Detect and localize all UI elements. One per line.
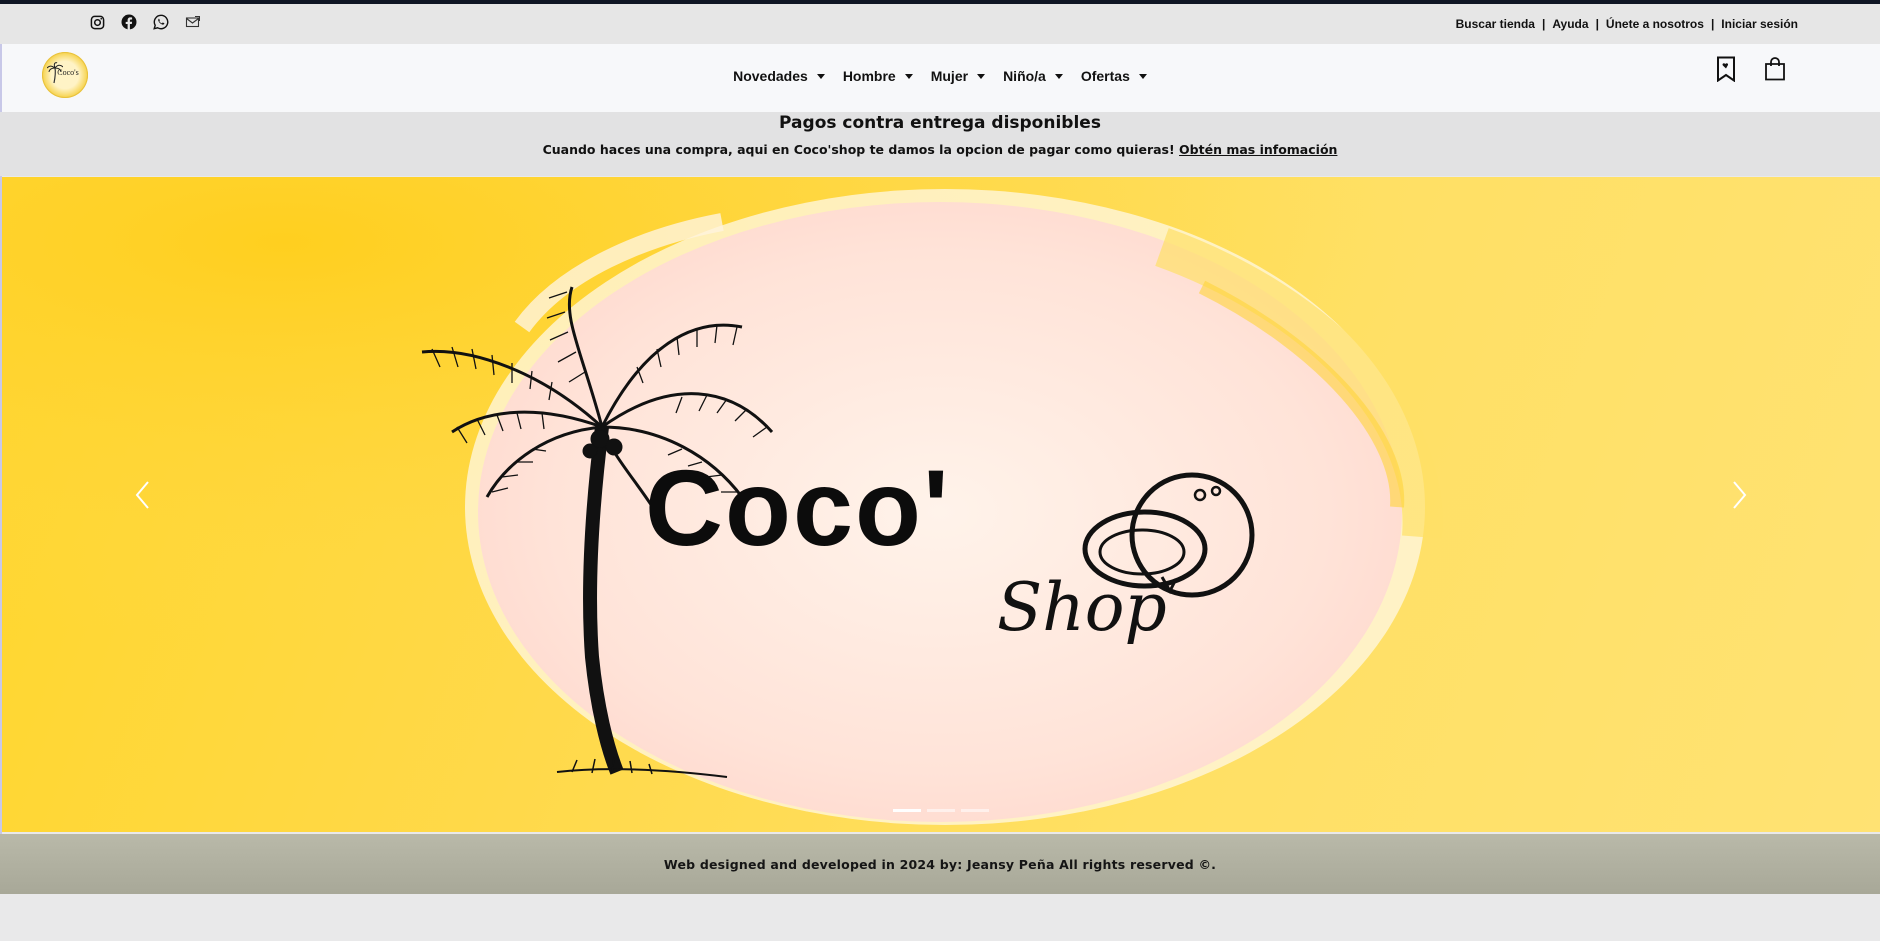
caret-down-icon xyxy=(816,73,825,79)
menu-label: Mujer xyxy=(930,68,969,84)
caret-down-icon xyxy=(1138,73,1147,79)
menu-hombre[interactable]: Hombre xyxy=(843,68,913,84)
menu-nino[interactable]: Niño/a xyxy=(1003,68,1063,84)
menu-label: Novedades xyxy=(733,68,808,84)
social-links xyxy=(88,13,202,31)
top-bar: Buscar tienda | Ayuda | Únete a nosotros… xyxy=(0,4,1880,44)
banner-message: Cuando haces una compra, aqui en Coco'sh… xyxy=(542,142,1175,157)
main-navbar: Coco's Novedades Hombre Mujer Niño/a Ofe… xyxy=(0,44,1880,112)
banner-text: Cuando haces una compra, aqui en Coco'sh… xyxy=(0,142,1880,157)
carousel-prev-button[interactable] xyxy=(130,477,154,517)
find-store-link[interactable]: Buscar tienda xyxy=(1456,17,1535,31)
caret-down-icon xyxy=(1054,73,1063,79)
banner-title: Pagos contra entrega disponibles xyxy=(779,113,1101,133)
hero-sub-text: Shop xyxy=(997,569,1167,646)
category-menu: Novedades Hombre Mujer Niño/a Ofertas xyxy=(0,68,1880,84)
caret-down-icon xyxy=(904,73,913,79)
carousel-indicator-1[interactable] xyxy=(893,809,921,812)
hero-carousel: Coco' Shop xyxy=(2,177,1880,832)
join-us-link[interactable]: Únete a nosotros xyxy=(1606,17,1704,31)
chevron-right-icon xyxy=(1733,481,1747,509)
carousel-next-button[interactable] xyxy=(1728,477,1752,517)
site-footer: Web designed and developed in 2024 by: J… xyxy=(0,834,1880,894)
chevron-left-icon xyxy=(135,481,149,509)
hero-brand-text: Coco' xyxy=(645,447,951,568)
instagram-icon[interactable] xyxy=(88,13,106,31)
menu-label: Hombre xyxy=(842,68,896,84)
carousel-indicators xyxy=(2,809,1880,812)
mail-icon[interactable] xyxy=(184,13,202,31)
divider: | xyxy=(1595,17,1599,31)
sign-in-link[interactable]: Iniciar sesión xyxy=(1721,17,1798,31)
caret-down-icon xyxy=(977,73,986,79)
menu-novedades[interactable]: Novedades xyxy=(733,68,825,84)
divider: | xyxy=(1541,17,1546,31)
carousel-indicator-3[interactable] xyxy=(961,809,989,812)
menu-ofertas[interactable]: Ofertas xyxy=(1081,68,1147,84)
footer-copyright: Web designed and developed in 2024 by: J… xyxy=(663,856,1217,872)
carousel-indicator-2[interactable] xyxy=(927,809,955,812)
divider: | xyxy=(1710,17,1715,31)
menu-label: Ofertas xyxy=(1080,68,1130,84)
whatsapp-icon[interactable] xyxy=(152,13,170,31)
menu-label: Niño/a xyxy=(1003,68,1046,84)
info-banner: Pagos contra entrega disponibles Cuando … xyxy=(0,112,1880,176)
more-info-link[interactable]: Obtén mas infomación xyxy=(1179,142,1337,157)
facebook-icon[interactable] xyxy=(120,13,138,31)
menu-mujer[interactable]: Mujer xyxy=(930,68,986,84)
shopping-bag-icon[interactable] xyxy=(1764,57,1786,85)
account-links: Buscar tienda | Ayuda | Únete a nosotros… xyxy=(1456,17,1798,31)
nav-actions xyxy=(1716,56,1786,86)
bookmark-icon[interactable] xyxy=(1716,56,1736,86)
help-link[interactable]: Ayuda xyxy=(1552,17,1588,31)
